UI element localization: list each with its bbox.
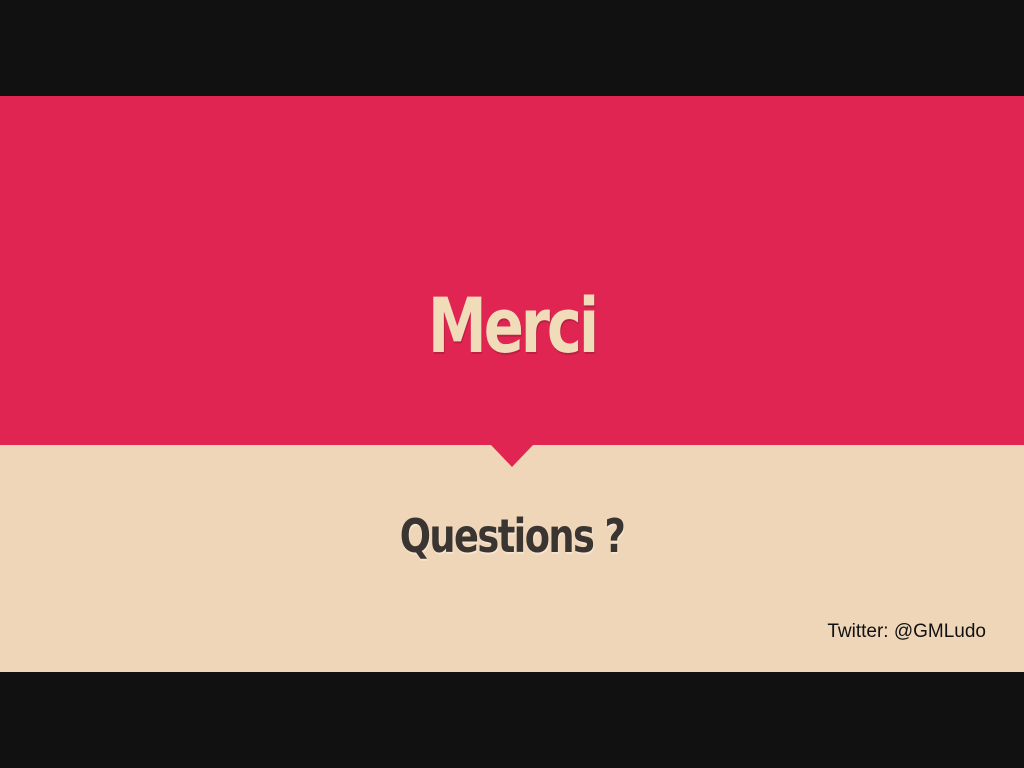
title-band	[0, 96, 1024, 445]
slide[interactable]: Merci Questions ? Twitter: @GMLudo	[0, 96, 1024, 672]
twitter-handle: Twitter: @GMLudo	[827, 621, 986, 642]
pointer-arrow-icon	[491, 445, 533, 467]
slide-subtitle: Questions ?	[399, 509, 626, 563]
presentation-viewport: Merci Questions ? Twitter: @GMLudo	[0, 0, 1024, 768]
slide-title: Merci	[427, 281, 599, 370]
